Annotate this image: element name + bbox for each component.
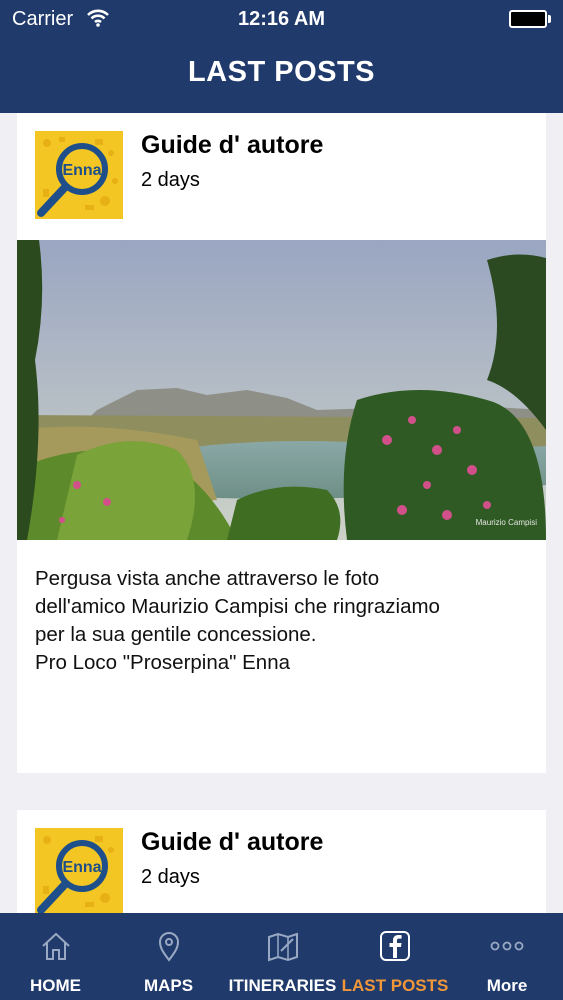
photo-credit: Maurizio Campisi bbox=[476, 518, 538, 527]
post-body-text: Pergusa vista anche attraverso le foto d… bbox=[35, 567, 440, 674]
status-bar: Carrier 12:16 AM bbox=[0, 0, 563, 38]
post-card[interactable]: Enna Guide d' autore 2 days bbox=[17, 113, 546, 773]
avatar-label: Enna bbox=[62, 859, 101, 876]
post-avatar[interactable]: Enna bbox=[35, 828, 123, 913]
facebook-icon bbox=[380, 931, 410, 961]
page-title: LAST POSTS bbox=[187, 56, 376, 88]
map-folded-icon bbox=[267, 932, 298, 962]
more-dots-icon bbox=[490, 941, 524, 951]
lake-landscape-image: Maurizio Campisi bbox=[17, 240, 546, 540]
clock: 12:16 AM bbox=[237, 8, 326, 30]
post-time: 2 days bbox=[141, 169, 200, 191]
tab-more[interactable]: More bbox=[451, 913, 563, 1000]
posts-feed[interactable]: Enna Guide d' autore 2 days Maurizio Cam… bbox=[0, 113, 563, 913]
tab-itineraries[interactable]: ITINERARIES bbox=[226, 913, 339, 1000]
tab-home[interactable]: HOME bbox=[0, 913, 111, 1000]
magnifier-logo-icon: Enna bbox=[35, 131, 123, 219]
avatar-label: Enna bbox=[62, 162, 101, 179]
post-title[interactable]: Guide d' autore bbox=[141, 828, 323, 857]
tab-label: ITINERARIES bbox=[228, 976, 337, 995]
tab-label: More bbox=[486, 976, 528, 995]
post-time: 2 days bbox=[141, 866, 200, 888]
tab-bar: HOME MAPS ITINERARIES LAST POSTS More bbox=[0, 913, 563, 1000]
navigation-bar: Carrier 12:16 AM LAST POSTS bbox=[0, 0, 563, 113]
tab-label: HOME bbox=[30, 976, 81, 995]
tab-label: MAPS bbox=[143, 976, 194, 995]
home-icon bbox=[41, 932, 70, 960]
post-card[interactable]: Enna Guide d' autore 2 days bbox=[17, 810, 546, 913]
map-pin-icon bbox=[158, 932, 179, 962]
post-title[interactable]: Guide d' autore bbox=[141, 131, 323, 160]
post-photo[interactable]: Maurizio Campisi bbox=[17, 240, 546, 540]
magnifier-logo-icon: Enna bbox=[35, 828, 123, 913]
tab-maps[interactable]: MAPS bbox=[111, 913, 226, 1000]
battery-icon bbox=[509, 10, 551, 28]
tab-last-posts[interactable]: LAST POSTS bbox=[339, 913, 451, 1000]
tab-label: LAST POSTS bbox=[341, 976, 449, 995]
post-avatar[interactable]: Enna bbox=[35, 131, 123, 219]
